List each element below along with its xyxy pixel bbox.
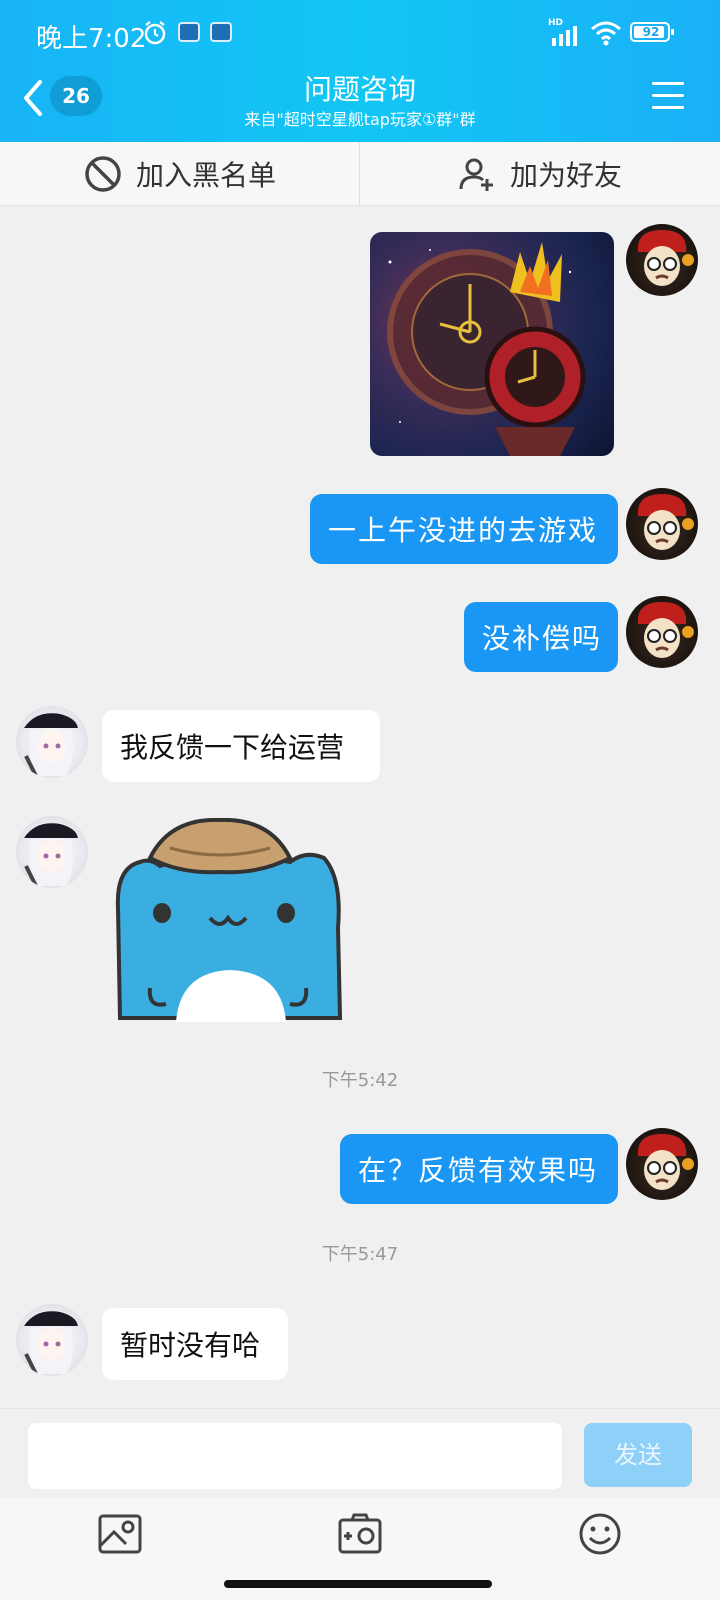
camera-button[interactable] (336, 1512, 384, 1556)
message-text: 没补偿吗 (482, 622, 603, 655)
notification-app-icon (210, 22, 232, 42)
message-text: 在？反馈有效果吗 (358, 1154, 599, 1187)
alarm-icon (144, 21, 166, 45)
avatar-other[interactable] (16, 816, 88, 888)
timestamp: 下午5:42 (321, 1070, 399, 1091)
block-button[interactable]: 加入黑名单 (0, 142, 360, 206)
add-user-icon (459, 158, 493, 191)
message-input[interactable] (28, 1423, 562, 1489)
image-button[interactable] (96, 1512, 144, 1556)
composer-toolbar (0, 1498, 720, 1570)
header: 晚上7:02 HD 92 26 问题咨询 来自"超时空星舰tap玩家①群"群 (0, 0, 720, 142)
avatar-other[interactable] (16, 706, 88, 778)
status-bar: 晚上7:02 HD 92 (0, 14, 720, 54)
message-image[interactable] (370, 232, 614, 456)
message-bubble-me[interactable]: 一上午没进的去游戏 (310, 494, 618, 564)
composer: 发送 (0, 1408, 720, 1498)
status-time: 晚上7:02 (36, 24, 147, 54)
avatar-me[interactable] (626, 1128, 698, 1200)
home-indicator[interactable] (224, 1580, 492, 1588)
message-bubble-other[interactable]: 暂时没有哈 (102, 1308, 288, 1380)
block-label: 加入黑名单 (135, 159, 276, 192)
page-title: 问题咨询 (303, 73, 416, 106)
avatar-me[interactable] (626, 488, 698, 560)
signal-icon (552, 26, 577, 46)
action-bar: 加入黑名单 加为好友 (0, 142, 720, 206)
message-sticker[interactable] (110, 817, 346, 1022)
battery-level: 92 (642, 25, 660, 39)
add-friend-label: 加为好友 (509, 159, 622, 192)
chevron-left-icon (24, 80, 42, 116)
message-text: 暂时没有哈 (120, 1329, 261, 1362)
back-button[interactable]: 26 (20, 76, 110, 120)
message-bubble-other[interactable]: 我反馈一下给运营 (102, 710, 380, 782)
avatar-me[interactable] (626, 596, 698, 668)
camera-icon (338, 1513, 382, 1554)
add-friend-button[interactable]: 加为好友 (360, 142, 720, 206)
message-bubble-me[interactable]: 没补偿吗 (464, 602, 618, 672)
send-button[interactable]: 发送 (584, 1423, 692, 1487)
block-icon (85, 156, 121, 192)
menu-button[interactable] (652, 82, 684, 110)
message-text: 我反馈一下给运营 (120, 731, 345, 764)
cat-sticker-image (115, 817, 343, 1022)
emoji-icon (579, 1513, 621, 1555)
image-icon (98, 1514, 142, 1554)
unread-count-badge: 26 (50, 76, 102, 116)
avatar-other[interactable] (16, 1304, 88, 1376)
clock-artwork (387, 242, 586, 456)
avatar-me[interactable] (626, 224, 698, 296)
battery-icon: 92 (630, 22, 674, 42)
message-bubble-me[interactable]: 在？反馈有效果吗 (340, 1134, 618, 1204)
notification-app-icon (178, 22, 200, 42)
page-subtitle: 来自"超时空星舰tap玩家①群"群 (244, 110, 476, 129)
emoji-button[interactable] (576, 1512, 624, 1556)
message-text: 一上午没进的去游戏 (328, 514, 599, 547)
wifi-icon (591, 21, 621, 46)
menu-icon (652, 82, 684, 85)
timestamp: 下午5:47 (321, 1244, 399, 1265)
